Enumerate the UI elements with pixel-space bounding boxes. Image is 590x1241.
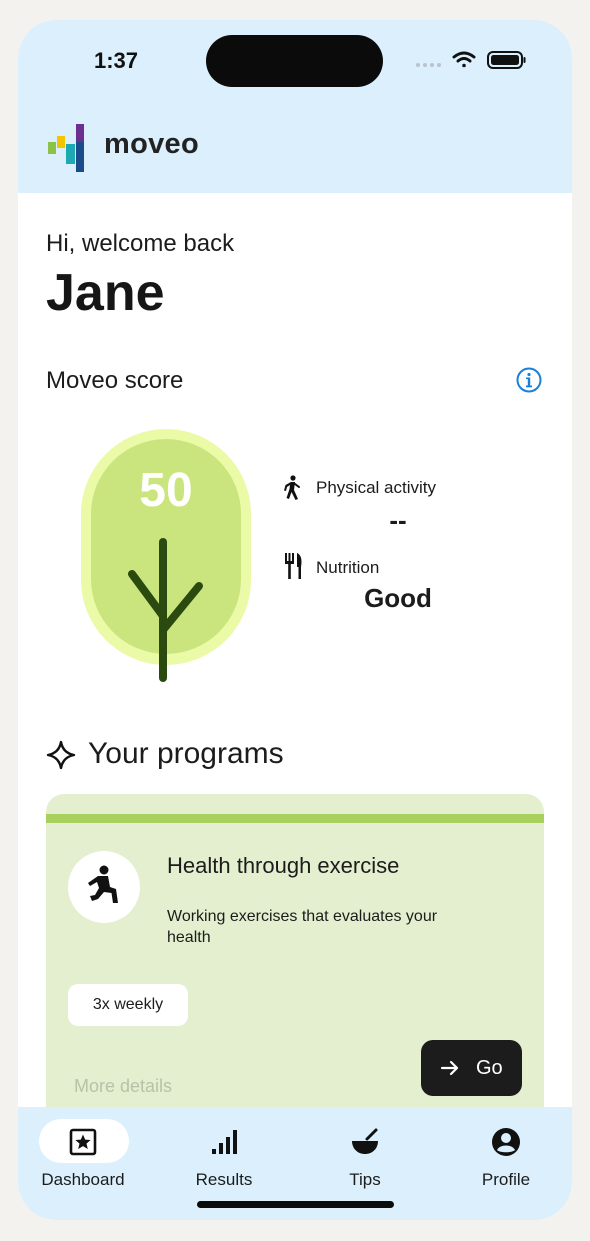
arrow-right-icon <box>440 1060 459 1076</box>
program-description: Working exercises that evaluates your he… <box>167 908 438 946</box>
nav-label-results: Results <box>195 1170 253 1189</box>
nav-label-dashboard: Dashboard <box>41 1170 125 1189</box>
bar-chart-icon <box>212 1130 237 1154</box>
info-icon[interactable] <box>516 367 542 393</box>
nutrition-value: Good <box>364 583 432 613</box>
physical-activity-label: Physical activity <box>316 478 436 497</box>
cellular-signal-icon <box>416 63 441 67</box>
go-button-label: Go <box>476 1057 503 1079</box>
program-card[interactable]: Health through exercise Working exercise… <box>46 794 544 1124</box>
score-value: 50 <box>139 464 193 517</box>
lunge-exercise-icon <box>88 865 118 903</box>
score-section-title: Moveo score <box>46 367 184 394</box>
fork-knife-icon <box>285 553 302 579</box>
programs-title: Your programs <box>88 737 284 770</box>
dynamic-island <box>206 35 383 87</box>
nav-item-profile[interactable]: Profile <box>441 1117 571 1197</box>
sparkle-icon <box>46 740 76 770</box>
user-name: Jane <box>46 264 165 322</box>
user-circle-icon <box>492 1128 520 1156</box>
frequency-badge: 3x weekly <box>68 984 188 1026</box>
greeting-text: Hi, welcome back <box>46 230 235 257</box>
physical-activity-value: -- <box>389 505 407 535</box>
bowl-icon <box>352 1128 378 1154</box>
nav-label-profile: Profile <box>481 1170 531 1189</box>
program-title: Health through exercise <box>167 853 400 878</box>
app-header: 1:37 moveo <box>18 20 572 193</box>
battery-icon <box>487 51 526 69</box>
walking-person-icon <box>284 475 300 500</box>
app-screen: 1:37 moveo Hi, welcome back Jane Moveo s… <box>18 20 572 1220</box>
star-box-icon <box>69 1128 97 1156</box>
go-button[interactable]: Go <box>421 1040 522 1096</box>
moveo-logo-icon <box>48 124 84 172</box>
home-indicator[interactable] <box>197 1201 394 1208</box>
nutrition-label: Nutrition <box>316 558 380 577</box>
brand-name: moveo <box>104 128 199 160</box>
phone-frame: 1:37 moveo Hi, welcome back Jane Moveo s… <box>0 0 590 1241</box>
more-details-link[interactable]: More details <box>74 1076 172 1097</box>
wifi-icon <box>452 51 476 68</box>
nav-item-results[interactable]: Results <box>159 1117 289 1197</box>
card-accent-stripe <box>46 814 544 823</box>
nav-item-tips[interactable]: Tips <box>300 1117 430 1197</box>
status-time: 1:37 <box>94 48 139 73</box>
status-icons <box>416 51 526 69</box>
program-avatar <box>68 851 140 923</box>
nav-label-tips: Tips <box>349 1170 381 1189</box>
nav-item-dashboard[interactable]: Dashboard <box>18 1117 148 1197</box>
